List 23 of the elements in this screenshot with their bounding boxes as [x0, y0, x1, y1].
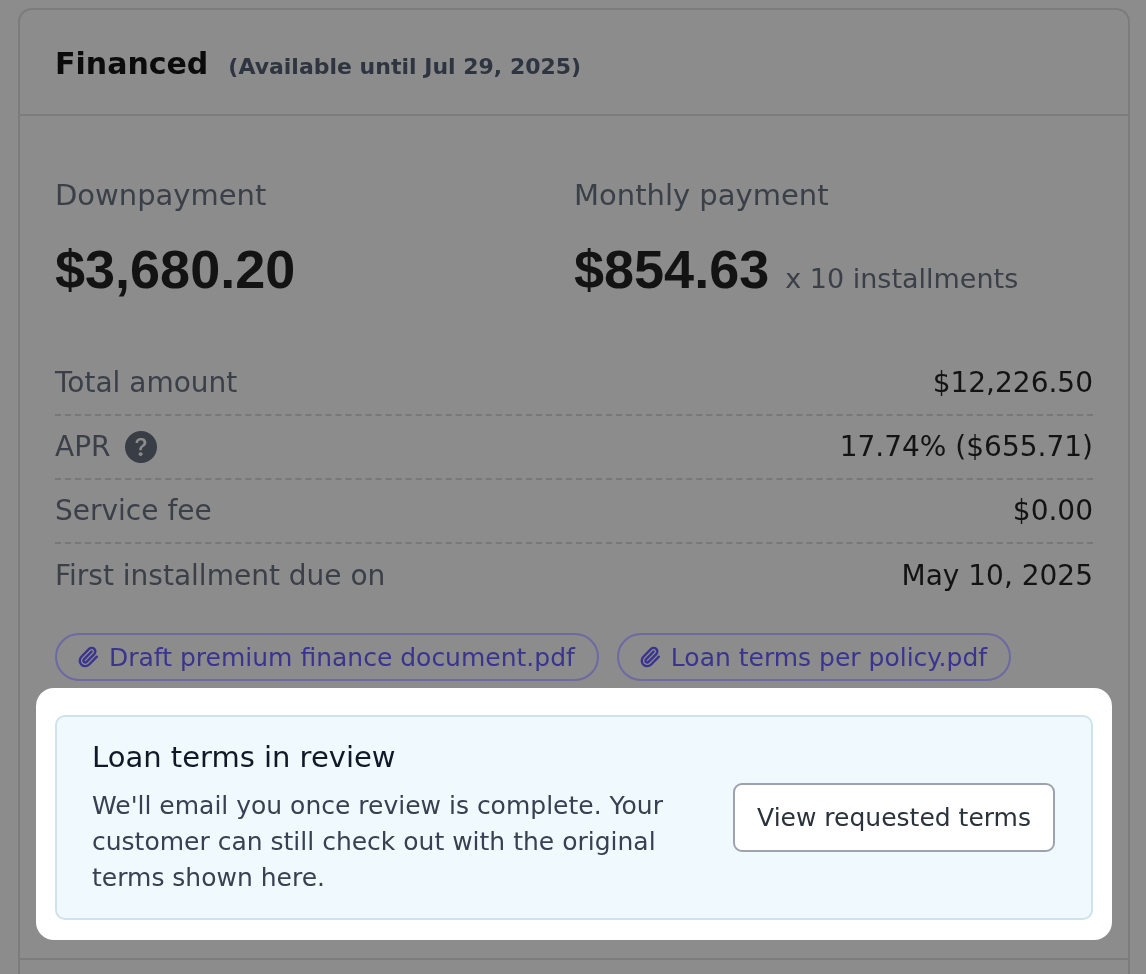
paperclip-icon — [77, 646, 99, 668]
detail-value: 17.74% ($655.71) — [839, 429, 1093, 465]
availability-note: (Available until Jul 29, 2025) — [228, 54, 582, 79]
help-icon[interactable] — [124, 431, 157, 463]
payment-amount: $3,680.20 — [55, 238, 296, 300]
notice-title: Loan terms in review — [92, 739, 397, 775]
detail-label: First installment due on — [55, 558, 386, 594]
attachment-link[interactable]: Loan terms per policy.pdf — [616, 633, 1012, 681]
detail-value: $0.00 — [1012, 493, 1093, 529]
view-terms-button[interactable]: View requested terms — [733, 783, 1055, 852]
detail-label: Service fee — [55, 493, 212, 529]
card-title: Financed — [55, 46, 209, 82]
detail-label: Total amount — [55, 365, 238, 401]
paperclip-icon — [638, 646, 661, 668]
detail-value: May 10, 2025 — [901, 558, 1093, 594]
installment-count: x 10 installments — [785, 263, 1019, 294]
payment-label: Monthly payment — [574, 177, 830, 213]
payment-label: Downpayment — [55, 177, 268, 213]
detail-value: $12,226.50 — [932, 365, 1093, 401]
payment-amount: $854.63 — [574, 238, 770, 300]
notice-message: We'll email you once review is complete. Your customer can still check out with the original terms shown here. — [92, 790, 664, 894]
attachment-link[interactable]: Draft premium finance document.pdf — [55, 633, 599, 681]
detail-label: APR — [55, 429, 111, 465]
